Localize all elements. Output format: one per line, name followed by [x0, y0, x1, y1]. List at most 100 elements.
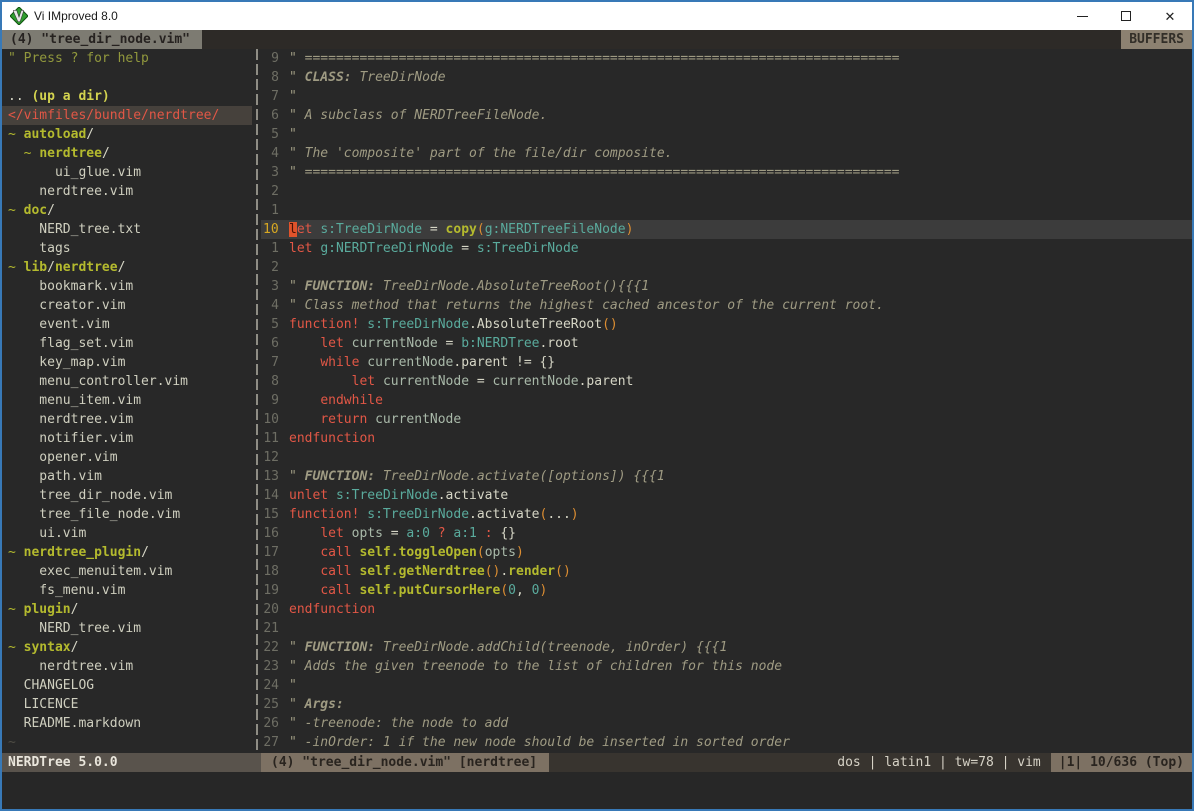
editor-line[interactable]: 24" [261, 676, 1192, 695]
nerdtree-item[interactable]: opener.vim [2, 448, 252, 467]
code-text: let currentNode = currentNode.parent [289, 372, 1192, 391]
nerdtree-item[interactable]: key_map.vim [2, 353, 252, 372]
token-tx [289, 412, 320, 427]
nerdtree-sidebar: " Press ? for help .. (up a dir)</vimfile… [2, 49, 252, 753]
editor-line[interactable]: 16 let opts = a:0 ? a:1 : {} [261, 524, 1192, 543]
token-sb-file: CHANGELOG [8, 678, 94, 693]
nerdtree-item[interactable]: .. (up a dir) [2, 87, 252, 106]
nerdtree-item[interactable]: " Press ? for help [2, 49, 252, 68]
line-number: 13 [261, 467, 289, 486]
editor-line[interactable]: 11endfunction [261, 429, 1192, 448]
nerdtree-item[interactable]: tree_file_node.vim [2, 505, 252, 524]
editor-line[interactable]: 5" [261, 125, 1192, 144]
editor-line[interactable]: 4" Class method that returns the highest… [261, 296, 1192, 315]
token-sb-dir: lib [24, 260, 47, 275]
command-line[interactable] [2, 772, 1192, 809]
nerdtree-item[interactable]: ~ nerdtree/ [2, 144, 252, 163]
editor-line[interactable]: 3" =====================================… [261, 163, 1192, 182]
nerdtree-item[interactable]: README.markdown [2, 714, 252, 733]
editor-line[interactable]: 1 [261, 201, 1192, 220]
editor-line-cursor[interactable]: 10let s:TreeDirNode = copy(g:NERDTreeFil… [261, 220, 1192, 239]
tab-active-buffer[interactable]: (4) "tree_dir_node.vim" [2, 30, 202, 49]
nerdtree-item[interactable]: nerdtree.vim [2, 182, 252, 201]
editor-line[interactable]: 5function! s:TreeDirNode.AbsoluteTreeRoo… [261, 315, 1192, 334]
nerdtree-item[interactable]: NERD_tree.txt [2, 220, 252, 239]
nerdtree-item[interactable]: ui_glue.vim [2, 163, 252, 182]
nerdtree-item[interactable]: creator.vim [2, 296, 252, 315]
editor-line[interactable]: 13" FUNCTION: TreeDirNode.activate([opti… [261, 467, 1192, 486]
editor-line[interactable]: 20endfunction [261, 600, 1192, 619]
nerdtree-item[interactable]: ~ autoload/ [2, 125, 252, 144]
nerdtree-item[interactable]: ~ plugin/ [2, 600, 252, 619]
editor-line[interactable]: 18 call self.getNerdtree().render() [261, 562, 1192, 581]
nerdtree-item[interactable]: LICENCE [2, 695, 252, 714]
split-dashes [256, 49, 258, 753]
editor-line[interactable]: 10 return currentNode [261, 410, 1192, 429]
editor-line[interactable]: 2 [261, 182, 1192, 201]
editor-line[interactable]: 7 while currentNode.parent != {} [261, 353, 1192, 372]
nerdtree-item[interactable]: path.vim [2, 467, 252, 486]
nerdtree-item[interactable]: ~ nerdtree_plugin/ [2, 543, 252, 562]
editor-line[interactable]: 6" A subclass of NERDTreeFileNode. [261, 106, 1192, 125]
code-text: call self.getNerdtree().render() [289, 562, 1192, 581]
nerdtree-item[interactable] [2, 68, 252, 87]
nerdtree-item[interactable]: nerdtree.vim [2, 657, 252, 676]
line-number: 5 [261, 125, 289, 144]
editor-line[interactable]: 19 call self.putCursorHere(0, 0) [261, 581, 1192, 600]
editor-line[interactable]: 22" FUNCTION: TreeDirNode.addChild(treen… [261, 638, 1192, 657]
token-kw: while [320, 355, 359, 370]
nerdtree-item[interactable]: CHANGELOG [2, 676, 252, 695]
editor-line[interactable]: 1let g:NERDTreeDirNode = s:TreeDirNode [261, 239, 1192, 258]
editor-line[interactable]: 2 [261, 258, 1192, 277]
line-number: 25 [261, 695, 289, 714]
editor-line[interactable]: 3" FUNCTION: TreeDirNode.AbsoluteTreeRoo… [261, 277, 1192, 296]
nerdtree-item[interactable]: exec_menuitem.vim [2, 562, 252, 581]
close-button[interactable]: ✕ [1148, 2, 1192, 30]
nerdtree-item[interactable]: NERD_tree.vim [2, 619, 252, 638]
editor-line[interactable]: 21 [261, 619, 1192, 638]
nerdtree-item[interactable]: menu_item.vim [2, 391, 252, 410]
nerdtree-root-item[interactable]: </vimfiles/bundle/nerdtree/ [2, 106, 252, 125]
editor-line[interactable]: 4" The 'composite' part of the file/dir … [261, 144, 1192, 163]
nerdtree-item[interactable]: notifier.vim [2, 429, 252, 448]
nerdtree-item[interactable]: flag_set.vim [2, 334, 252, 353]
minimize-button[interactable] [1060, 2, 1104, 30]
editor-line[interactable]: 25" Args: [261, 695, 1192, 714]
token-sb-file: nerdtree.vim [8, 184, 133, 199]
code-text: " [289, 87, 1192, 106]
nerdtree-item[interactable]: nerdtree.vim [2, 410, 252, 429]
nerdtree-item[interactable]: bookmark.vim [2, 277, 252, 296]
editor-line[interactable]: 6 let currentNode = b:NERDTree.root [261, 334, 1192, 353]
nerdtree-item[interactable]: menu_controller.vim [2, 372, 252, 391]
nerdtree-item[interactable]: ~ syntax/ [2, 638, 252, 657]
editor-line[interactable]: 7" [261, 87, 1192, 106]
editor-line[interactable]: 23" Adds the given treenode to the list … [261, 657, 1192, 676]
token-cmb: FUNCTION: [305, 640, 375, 655]
maximize-button[interactable] [1104, 2, 1148, 30]
editor-line[interactable]: 15function! s:TreeDirNode.activate(...) [261, 505, 1192, 524]
editor-line[interactable]: 26" -treenode: the node to add [261, 714, 1192, 733]
vertical-split-handle[interactable] [252, 49, 261, 753]
maximize-icon [1121, 11, 1131, 21]
nerdtree-item[interactable]: tags [2, 239, 252, 258]
token-tx: .AbsoluteTreeRoot [469, 317, 602, 332]
code-text [289, 619, 1192, 638]
nerdtree-item[interactable]: ui.vim [2, 524, 252, 543]
editor-line[interactable]: 12 [261, 448, 1192, 467]
editor-line[interactable]: 17 call self.toggleOpen(opts) [261, 543, 1192, 562]
nerdtree-item[interactable]: tree_dir_node.vim [2, 486, 252, 505]
editor-line[interactable]: 14unlet s:TreeDirNode.activate [261, 486, 1192, 505]
token-kw: call [320, 564, 351, 579]
nerdtree-item[interactable]: ~ [2, 733, 252, 752]
nerdtree-item[interactable]: ~ doc/ [2, 201, 252, 220]
editor-line[interactable]: 27" -inOrder: 1 if the new node should b… [261, 733, 1192, 752]
editor-line[interactable]: 8 let currentNode = currentNode.parent [261, 372, 1192, 391]
token-tx: . [500, 564, 508, 579]
editor-line[interactable]: 9" =====================================… [261, 49, 1192, 68]
nerdtree-item[interactable]: fs_menu.vim [2, 581, 252, 600]
editor-line[interactable]: 8" CLASS: TreeDirNode [261, 68, 1192, 87]
token-tx: = [422, 222, 445, 237]
nerdtree-item[interactable]: ~ lib/nerdtree/ [2, 258, 252, 277]
nerdtree-item[interactable]: event.vim [2, 315, 252, 334]
editor-line[interactable]: 9 endwhile [261, 391, 1192, 410]
